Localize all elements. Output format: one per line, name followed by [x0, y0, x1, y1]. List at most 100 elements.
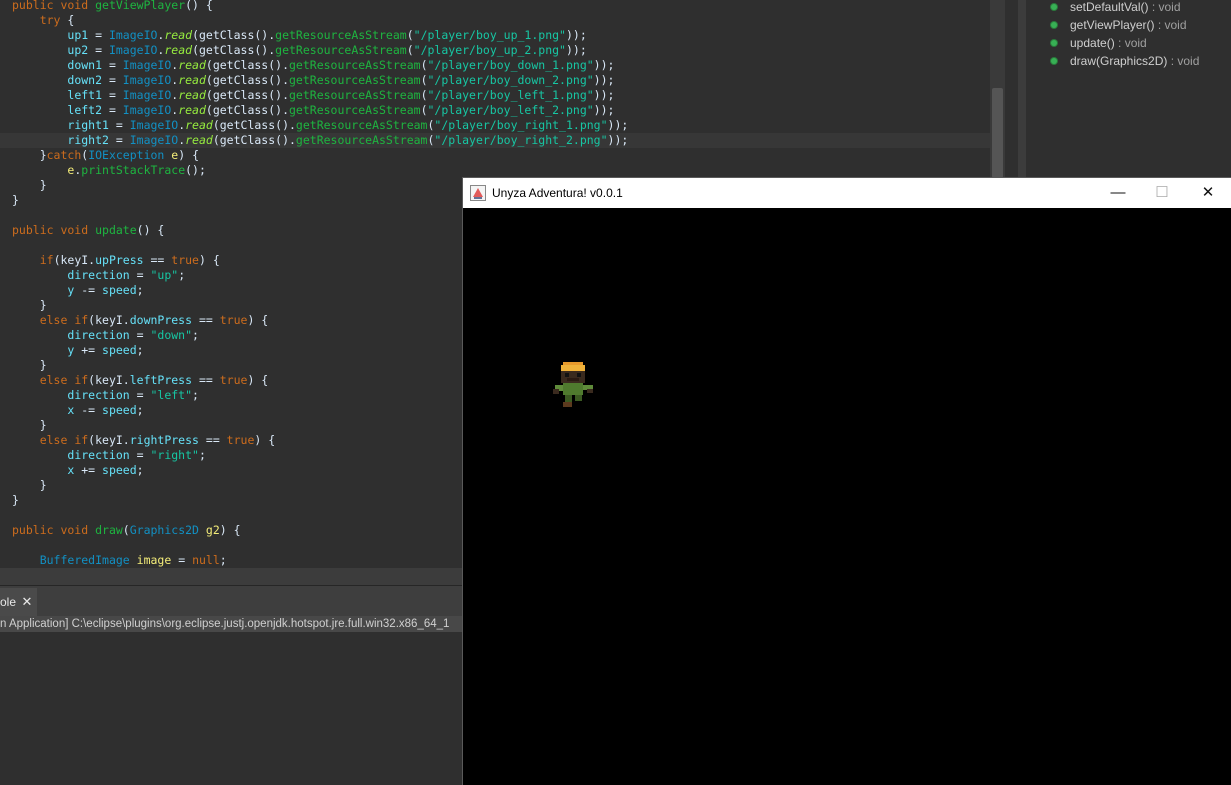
code-token: getResourceAsStream: [275, 43, 407, 57]
code-line[interactable]: left1 = ImageIO.read(getClass().getResou…: [0, 88, 990, 103]
scrollbar-thumb[interactable]: [992, 88, 1003, 178]
code-token: ==: [143, 253, 172, 267]
code-token: (getClass().: [205, 88, 289, 102]
code-token: "up": [150, 268, 179, 282]
code-token: "/player/boy_down_1.png": [427, 58, 594, 72]
code-token: ;: [192, 328, 199, 342]
code-token: (getClass().: [212, 118, 296, 132]
outline-item-name: update(): [1070, 36, 1115, 50]
code-line[interactable]: down1 = ImageIO.read(getClass().getResou…: [0, 58, 990, 73]
code-token: "/player/boy_right_1.png": [434, 118, 608, 132]
code-line[interactable]: }catch(IOException e) {: [0, 148, 990, 163]
code-token: =: [129, 388, 151, 402]
code-token: true: [219, 373, 248, 387]
maximize-button[interactable]: ☐: [1139, 178, 1185, 208]
code-line[interactable]: up1 = ImageIO.read(getClass().getResourc…: [0, 28, 990, 43]
tab-console[interactable]: ole ✕: [0, 588, 37, 616]
code-token: read: [185, 133, 213, 147]
console-tab-bar: ole ✕: [0, 586, 463, 616]
code-token: }: [12, 148, 47, 162]
outline-item-setdefaultval[interactable]: setDefaultVal() : void: [1051, 0, 1181, 16]
code-token: ) {: [247, 373, 269, 387]
code-token: (getClass().: [205, 58, 289, 72]
outline-item-update[interactable]: update() : void: [1051, 34, 1147, 52]
game-canvas[interactable]: [463, 208, 1231, 785]
code-token: (getClass().: [192, 28, 276, 42]
outline-item-name: setDefaultVal(): [1070, 0, 1149, 14]
code-token: getResourceAsStream: [295, 133, 428, 147]
code-token: ) {: [247, 313, 269, 327]
code-token: direction: [67, 448, 130, 462]
code-token: "/player/boy_up_2.png": [413, 43, 566, 57]
code-token: =: [102, 103, 123, 117]
console-output[interactable]: [0, 632, 463, 785]
code-token: ImageIO: [129, 133, 179, 147]
editor-horizontal-scrollbar[interactable]: [0, 568, 463, 586]
code-token: ) {: [178, 148, 200, 162]
code-token: (keyI.: [88, 373, 130, 387]
code-token: read: [178, 73, 206, 87]
code-line[interactable]: public void getViewPlayer() {: [0, 0, 990, 13]
code-token: read: [185, 118, 213, 132]
code-token: (: [122, 523, 130, 537]
code-token: ;: [136, 283, 144, 297]
code-line[interactable]: try {: [0, 13, 990, 28]
code-line[interactable]: up2 = ImageIO.read(getClass().getResourc…: [0, 43, 990, 58]
code-token: +=: [74, 343, 103, 357]
code-token: =: [102, 73, 123, 87]
code-line[interactable]: right2 = ImageIO.read(getClass().getReso…: [0, 133, 990, 148]
code-token: ImageIO: [122, 58, 172, 72]
code-token: }: [12, 358, 47, 372]
code-token: "/player/boy_right_2.png": [434, 133, 608, 147]
window-titlebar[interactable]: Unyza Adventura! v0.0.1 — ☐ ✕: [463, 178, 1231, 208]
code-token: ImageIO: [122, 88, 172, 102]
code-token: ==: [198, 433, 227, 447]
code-token: (: [420, 58, 428, 72]
code-token: getResourceAsStream: [289, 88, 421, 102]
code-token: ;: [192, 388, 199, 402]
minimize-button[interactable]: —: [1095, 178, 1141, 208]
player-character-sprite: [553, 362, 593, 407]
code-token: ));: [607, 118, 629, 132]
code-token: (keyI.: [88, 433, 130, 447]
code-token: =: [108, 133, 130, 147]
code-token: getResourceAsStream: [289, 73, 421, 87]
code-token: public void: [12, 223, 96, 237]
editor-vertical-scrollbar[interactable]: [990, 0, 1005, 178]
code-token: (keyI.: [88, 313, 130, 327]
code-token: (: [420, 88, 428, 102]
code-token: (getClass().: [205, 103, 289, 117]
code-token: -=: [74, 283, 103, 297]
code-token: null: [192, 553, 220, 567]
code-token: (: [406, 43, 414, 57]
code-token: read: [178, 88, 206, 102]
code-token: read: [164, 28, 193, 42]
close-button[interactable]: ✕: [1185, 178, 1231, 208]
code-line[interactable]: e.printStackTrace();: [0, 163, 990, 178]
code-line[interactable]: left2 = ImageIO.read(getClass().getResou…: [0, 103, 990, 118]
code-token: left1: [67, 88, 103, 102]
code-line[interactable]: right1 = ImageIO.read(getClass().getReso…: [0, 118, 990, 133]
outline-item-draw[interactable]: draw(Graphics2D) : void: [1051, 52, 1199, 70]
outline-item-getviewplayer[interactable]: getViewPlayer() : void: [1051, 16, 1187, 34]
code-token: ) {: [254, 433, 276, 447]
code-token: read: [178, 58, 206, 72]
code-token: down2: [67, 73, 103, 87]
code-token: Graphics2D: [129, 523, 199, 537]
code-token: ;: [178, 268, 186, 282]
code-line[interactable]: down2 = ImageIO.read(getClass().getResou…: [0, 73, 990, 88]
code-token: public void: [12, 0, 96, 12]
close-icon[interactable]: ✕: [20, 588, 34, 616]
